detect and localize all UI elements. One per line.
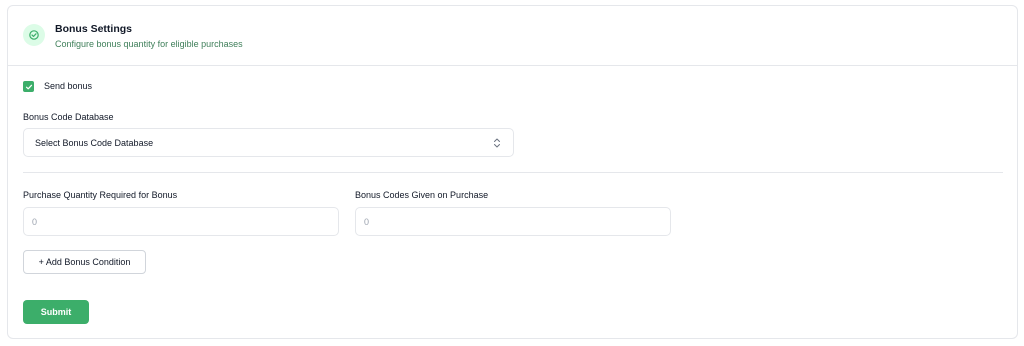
- bonus-code-database-label: Bonus Code Database: [23, 112, 114, 122]
- send-bonus-label[interactable]: Send bonus: [44, 81, 92, 91]
- send-bonus-checkbox[interactable]: [23, 81, 34, 92]
- bonus-settings-card: Bonus Settings Configure bonus quantity …: [7, 5, 1018, 339]
- bonus-codes-given-input[interactable]: 0: [355, 207, 671, 236]
- purchase-quantity-input[interactable]: 0: [23, 207, 339, 236]
- purchase-quantity-placeholder: 0: [32, 216, 38, 227]
- select-value: Select Bonus Code Database: [35, 137, 154, 148]
- check-icon: [25, 84, 32, 89]
- purchase-quantity-label: Purchase Quantity Required for Bonus: [23, 190, 178, 200]
- add-bonus-condition-button[interactable]: + Add Bonus Condition: [23, 250, 146, 274]
- page-title: Bonus Settings: [55, 23, 133, 35]
- submit-button[interactable]: Submit: [23, 300, 89, 324]
- chevron-up-down-icon: [494, 138, 500, 148]
- clock-check-icon: [23, 24, 45, 46]
- card-header: Bonus Settings Configure bonus quantity …: [8, 6, 1017, 66]
- section-divider: [23, 172, 1003, 173]
- bonus-codes-given-label: Bonus Codes Given on Purchase: [355, 190, 489, 200]
- bonus-code-database-select[interactable]: Select Bonus Code Database: [23, 128, 514, 157]
- bonus-codes-given-placeholder: 0: [364, 216, 370, 227]
- page-subtitle: Configure bonus quantity for eligible pu…: [55, 39, 243, 49]
